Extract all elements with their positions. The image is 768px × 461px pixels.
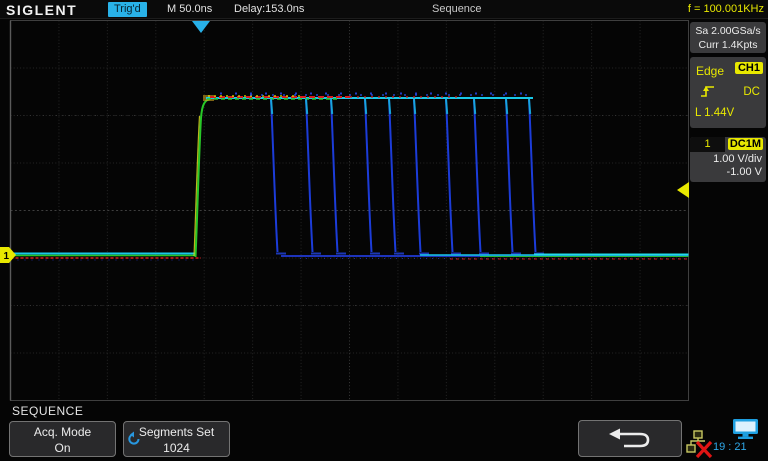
acq-mode-label: Acq. Mode — [10, 424, 115, 440]
memory-depth: Curr 1.4Kpts — [690, 38, 766, 52]
clock-readout: 19 : 21 — [713, 441, 747, 453]
trigger-coupling-label: DC — [743, 86, 760, 98]
channel1-coupling-badge: DC1M — [728, 138, 763, 150]
trigger-source-badge: CH1 — [735, 62, 763, 74]
trigger-type-label: Edge — [696, 64, 724, 78]
oscilloscope-screen: SIGLENT Trig'd M 50.0ns Delay:153.0ns Se… — [0, 0, 768, 461]
frequency-counter-readout: f = 100.001KHz — [688, 3, 764, 15]
acq-mode-value: On — [10, 440, 115, 456]
trigger-status-badge: Trig'd — [108, 2, 147, 17]
brand-logo: SIGLENT — [6, 2, 77, 18]
remote-display-icon — [733, 419, 759, 440]
trigger-position-marker[interactable] — [192, 21, 210, 33]
top-status-bar: SIGLENT Trig'd M 50.0ns Delay:153.0ns Se… — [0, 0, 768, 19]
return-arrow-icon — [604, 427, 656, 451]
rising-edge-icon — [699, 83, 716, 99]
mode-title: Sequence — [432, 3, 482, 15]
rotate-knob-icon — [127, 431, 141, 446]
delay-readout: Delay:153.0ns — [234, 3, 304, 15]
acquisition-info-panel: Sa 2.00GSa/s Curr 1.4Kpts — [690, 22, 766, 53]
menu-title: SEQUENCE — [12, 404, 83, 418]
trigger-level-marker[interactable] — [677, 182, 689, 198]
timebase-readout: M 50.0ns — [167, 3, 212, 15]
lan-disconnected-icon — [686, 430, 714, 459]
sample-rate: Sa 2.00GSa/s — [690, 24, 766, 38]
acq-mode-button[interactable]: Acq. Mode On — [9, 421, 116, 457]
channel1-scale-readout: 1.00 V/div — [713, 153, 762, 165]
trigger-level-readout: L 1.44V — [695, 107, 734, 119]
channel1-info-panel: 1 DC1M 1.00 V/div -1.00 V — [690, 137, 766, 182]
waveform-display: 1 — [0, 0, 768, 461]
trigger-info-panel: Edge CH1 DC L 1.44V — [690, 57, 766, 128]
channel1-zero-marker-label: 1 — [4, 251, 10, 262]
channel1-offset-readout: -1.00 V — [727, 166, 762, 178]
channel1-zero-marker[interactable] — [0, 247, 16, 263]
channel1-number-tab: 1 — [690, 137, 725, 152]
